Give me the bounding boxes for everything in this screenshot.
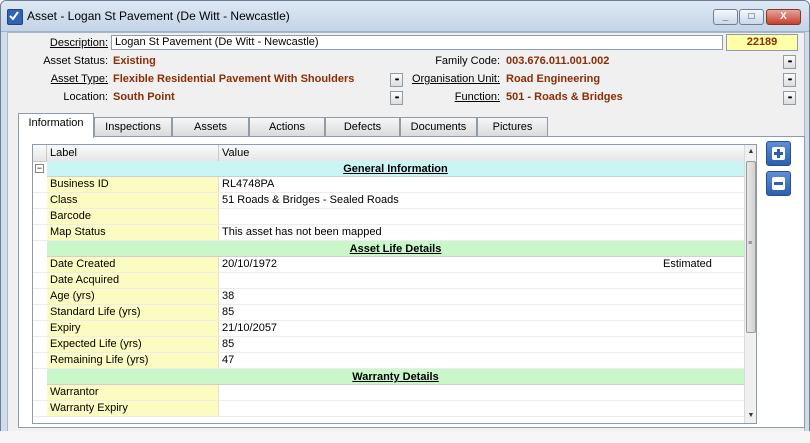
function-value: 501 - Roads & Bridges	[506, 91, 623, 103]
row-value[interactable]: This asset has not been mapped	[219, 225, 744, 240]
table-row[interactable]: Remaining Life (yrs) 47	[33, 353, 744, 369]
add-button[interactable]	[766, 141, 791, 166]
section-title: Warranty Details	[352, 371, 439, 383]
tab-documents[interactable]: Documents	[400, 117, 477, 137]
asset-window: Asset - Logan St Pavement (De Witt - New…	[0, 0, 810, 432]
grip-icon: ≡	[748, 240, 753, 247]
section-header: General Information	[47, 161, 744, 177]
table-row[interactable]: Map Status This asset has not been mapped	[33, 225, 744, 241]
row-value[interactable]	[219, 209, 744, 224]
row-label: Remaining Life (yrs)	[47, 353, 219, 368]
maximize-icon: □	[748, 11, 755, 22]
tab-strip: Information Inspections Assets Actions D…	[18, 113, 558, 138]
tab-assets[interactable]: Assets	[172, 117, 249, 137]
family-code-value: 003.676.011.001.002	[506, 55, 610, 67]
org-unit-label: Organisation Unit:	[411, 73, 500, 85]
tab-actions[interactable]: Actions	[249, 117, 325, 137]
table-row[interactable]: Barcode	[33, 209, 744, 225]
org-unit-value: Road Engineering	[506, 73, 601, 85]
minimize-button[interactable]: _	[713, 9, 738, 25]
function-lookup-button[interactable]: ••	[783, 91, 796, 105]
location-value: South Point	[113, 91, 175, 103]
row-label: Standard Life (yrs)	[47, 305, 219, 320]
scroll-up-icon[interactable]: ▲	[745, 145, 756, 159]
tab-defects[interactable]: Defects	[325, 117, 400, 137]
asset-id-badge: 22189	[726, 34, 798, 51]
section-header: Warranty Details	[47, 369, 744, 385]
tab-pictures[interactable]: Pictures	[477, 117, 548, 137]
description-label: Description:	[49, 37, 108, 49]
row-label: Barcode	[47, 209, 219, 224]
row-label: Warrantor	[47, 385, 219, 400]
asset-type-value: Flexible Residential Pavement With Shoul…	[113, 73, 355, 85]
table-row[interactable]: Business ID RL4748PA	[33, 177, 744, 193]
information-grid: Label Value General Information − Business…	[32, 144, 757, 424]
collapse-toggle-icon[interactable]: −	[35, 164, 44, 173]
status-strip	[0, 431, 810, 443]
row-label: Expiry	[47, 321, 219, 336]
row-extra-value: Estimated	[663, 258, 712, 270]
table-row[interactable]: Warrantor	[33, 385, 744, 401]
row-value[interactable]	[219, 401, 744, 416]
family-code-label: Family Code:	[435, 55, 500, 67]
form-client-area: Description: Logan St Pavement (De Witt …	[7, 32, 805, 431]
plus-icon	[772, 147, 785, 160]
table-row[interactable]: Warranty Expiry	[33, 401, 744, 417]
table-row[interactable]: Class 51 Roads & Bridges - Sealed Roads	[33, 193, 744, 209]
family-code-lookup-button[interactable]: ••	[783, 55, 796, 69]
table-row[interactable]: Date Acquired	[33, 273, 744, 289]
row-label: Date Created	[47, 257, 219, 272]
row-value[interactable]	[219, 273, 744, 288]
location-label: Location:	[63, 91, 108, 103]
grid-scrollbar[interactable]: ▲ ≡ ▼	[744, 145, 756, 423]
column-header-label[interactable]: Label	[47, 145, 219, 161]
minimize-icon: _	[722, 11, 729, 22]
minus-icon	[772, 177, 785, 190]
remove-button[interactable]	[766, 171, 791, 196]
asset-status-label: Asset Status:	[43, 55, 108, 67]
row-label: Business ID	[47, 177, 219, 192]
section-title: Asset Life Details	[349, 243, 442, 255]
scroll-thumb[interactable]: ≡	[746, 161, 756, 333]
row-value[interactable]: RL4748PA	[219, 177, 744, 192]
scroll-down-icon[interactable]: ▼	[745, 409, 756, 423]
row-value[interactable]: 47	[219, 353, 744, 368]
tab-inspections[interactable]: Inspections	[94, 117, 172, 137]
row-label: Class	[47, 193, 219, 208]
close-button[interactable]: X	[766, 9, 801, 25]
function-label: Function:	[454, 91, 500, 103]
row-value[interactable]: 51 Roads & Bridges - Sealed Roads	[219, 193, 744, 208]
title-bar[interactable]: Asset - Logan St Pavement (De Witt - New…	[1, 1, 809, 32]
org-unit-lookup-button[interactable]: ••	[783, 73, 796, 87]
table-row[interactable]: Standard Life (yrs) 85	[33, 305, 744, 321]
table-row[interactable]: Expiry 21/10/2057	[33, 321, 744, 337]
row-value[interactable]: 21/10/2057	[219, 321, 744, 336]
information-tab-page: Label Value General Information − Business…	[18, 136, 805, 428]
row-value[interactable]	[219, 385, 744, 400]
row-label: Map Status	[47, 225, 219, 240]
description-field[interactable]: Logan St Pavement (De Witt - Newcastle)	[111, 35, 723, 50]
row-label: Warranty Expiry	[47, 401, 219, 416]
table-row[interactable]: Expected Life (yrs) 85	[33, 337, 744, 353]
column-header-value[interactable]: Value	[219, 145, 744, 161]
row-label: Expected Life (yrs)	[47, 337, 219, 352]
close-icon: X	[780, 11, 787, 22]
section-title: General Information	[343, 163, 448, 175]
table-row[interactable]: Date Created 20/10/1972 Estimated	[33, 257, 744, 273]
row-label: Age (yrs)	[47, 289, 219, 304]
asset-type-label: Asset Type:	[50, 73, 108, 85]
grid-header-spacer	[33, 145, 47, 161]
row-label: Date Acquired	[47, 273, 219, 288]
section-header: Asset Life Details	[47, 241, 744, 257]
grid-header: Label Value	[33, 145, 744, 162]
row-value[interactable]: 38	[219, 289, 744, 304]
row-value[interactable]: 85	[219, 305, 744, 320]
asset-status-value: Existing	[113, 55, 156, 67]
row-value[interactable]: 85	[219, 337, 744, 352]
app-checkbox-icon	[7, 9, 23, 25]
tab-information[interactable]: Information	[18, 113, 94, 138]
table-row[interactable]: Age (yrs) 38	[33, 289, 744, 305]
window-title: Asset - Logan St Pavement (De Witt - New…	[27, 9, 290, 23]
maximize-button[interactable]: □	[739, 9, 764, 25]
